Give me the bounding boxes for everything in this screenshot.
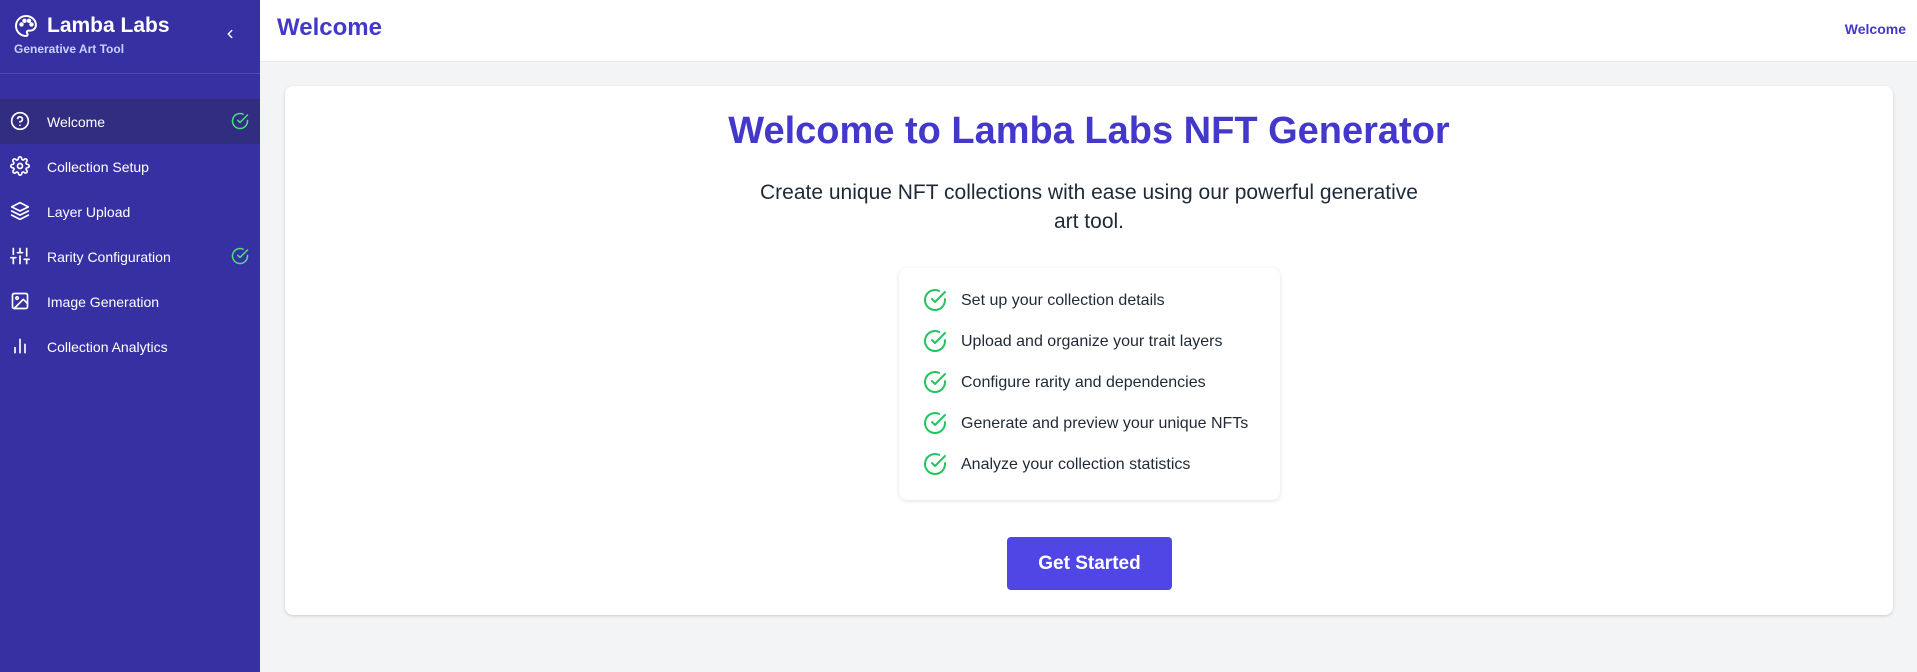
gear-icon: [10, 156, 30, 176]
bar-chart-icon: [14, 338, 26, 354]
sidebar-item-label: Rarity Configuration: [47, 248, 171, 265]
check-circle-icon: [924, 289, 946, 312]
sidebar-item-welcome[interactable]: Welcome: [0, 99, 260, 144]
sidebar-nav: Welcome Collection Setup Layer Upload Ra…: [0, 99, 260, 369]
welcome-title: Welcome to Lamba Labs NFT Generator: [728, 110, 1450, 152]
feature-list: Set up your collection details Upload an…: [899, 268, 1280, 500]
list-item: Upload and organize your trait layers: [899, 329, 1280, 370]
image-icon: [11, 292, 29, 310]
welcome-subtitle: Create unique NFT collections with ease …: [760, 181, 1418, 233]
sidebar-item-layer-upload[interactable]: Layer Upload: [0, 189, 260, 234]
sidebar-item-label: Image Generation: [47, 293, 160, 310]
sidebar-item-image-generation[interactable]: Image Generation: [0, 279, 260, 324]
collapse-sidebar-button[interactable]: [220, 24, 240, 44]
feature-text: Configure rarity and dependencies: [961, 374, 1206, 391]
chevron-left-icon: [227, 29, 233, 39]
list-item: Analyze your collection statistics: [899, 452, 1280, 493]
check-circle-icon: [924, 453, 946, 476]
sidebar-item-collection-analytics[interactable]: Collection Analytics: [0, 324, 260, 369]
check-circle-icon: [231, 112, 249, 130]
brand-subtitle: Generative Art Tool: [14, 42, 125, 56]
sidebar-item-rarity-configuration[interactable]: Rarity Configuration: [0, 234, 260, 279]
sliders-icon: [10, 247, 30, 265]
palette-icon: [15, 15, 37, 37]
sidebar-item-label: Collection Setup: [47, 158, 149, 175]
get-started-button[interactable]: Get Started: [1007, 537, 1172, 590]
welcome-card: Welcome to Lamba Labs NFT Generator Crea…: [285, 86, 1893, 615]
sidebar-item-label: Collection Analytics: [47, 338, 168, 355]
feature-text: Upload and organize your trait layers: [961, 333, 1223, 350]
help-circle-icon: [10, 111, 30, 131]
feature-text: Generate and preview your unique NFTs: [961, 415, 1249, 432]
sidebar-item-collection-setup[interactable]: Collection Setup: [0, 144, 260, 189]
feature-text: Analyze your collection statistics: [961, 456, 1191, 473]
list-item: Set up your collection details: [899, 288, 1280, 329]
top-bar: Welcome Welcome: [260, 0, 1917, 62]
sidebar-item-label: Layer Upload: [47, 203, 131, 220]
brand-title: Lamba Labs: [47, 14, 170, 37]
layers-icon: [10, 201, 30, 221]
brand-header: Lamba Labs Generative Art Tool: [0, 0, 260, 74]
sidebar-item-label: Welcome: [47, 113, 106, 130]
check-circle-icon: [924, 371, 946, 394]
check-circle-icon: [231, 247, 249, 265]
feature-text: Set up your collection details: [961, 292, 1165, 309]
check-circle-icon: [924, 412, 946, 435]
list-item: Generate and preview your unique NFTs: [899, 411, 1280, 452]
check-circle-icon: [924, 330, 946, 353]
sidebar: Lamba Labs Generative Art Tool Welcome C…: [0, 0, 260, 672]
list-item: Configure rarity and dependencies: [899, 370, 1280, 411]
breadcrumb[interactable]: Welcome: [1845, 21, 1906, 37]
page-title: Welcome: [277, 14, 382, 41]
